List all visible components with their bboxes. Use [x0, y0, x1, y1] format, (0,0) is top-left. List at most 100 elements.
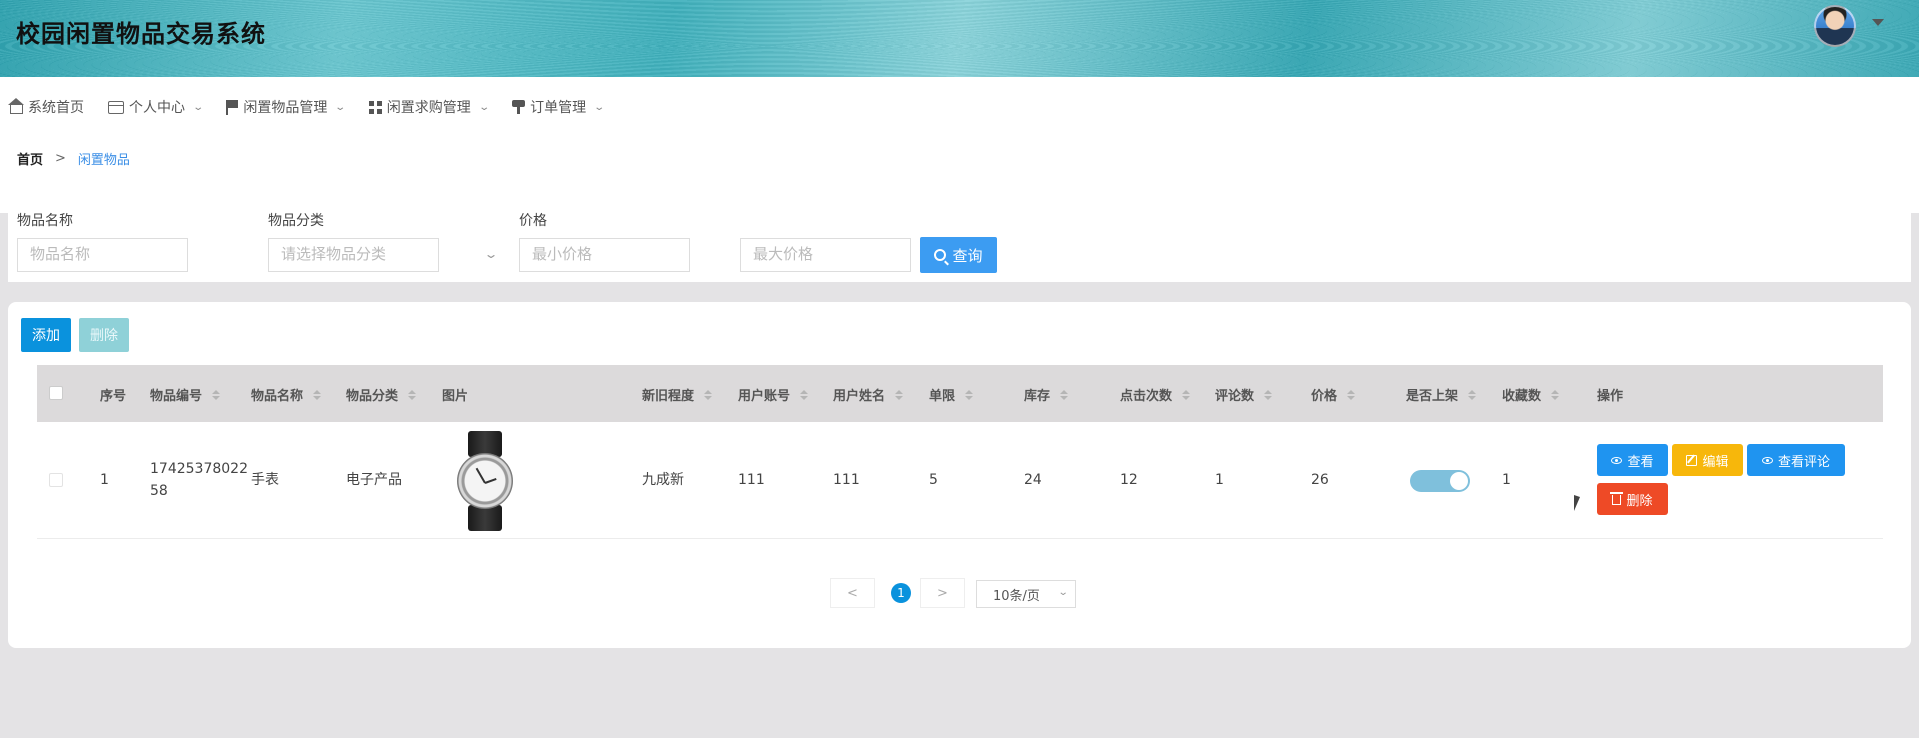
main-nav: 系统首页 个人中心 ⌄ 闲置物品管理 ⌄ 闲置求购管理 ⌄ 订单管理 ⌄: [8, 97, 628, 117]
cell-favorites: 1: [1502, 472, 1511, 488]
header-label: 用户账号: [738, 389, 791, 404]
header-price[interactable]: 价格: [1311, 385, 1355, 404]
sort-icon[interactable]: [1182, 390, 1190, 400]
cell-code-line2: 58: [150, 483, 168, 499]
header-comments[interactable]: 评论数: [1215, 385, 1272, 404]
add-button[interactable]: 添加: [21, 318, 71, 352]
delete-button[interactable]: 删除: [79, 318, 129, 352]
app-title: 校园闲置物品交易系统: [16, 20, 266, 48]
max-price-input[interactable]: 最大价格: [740, 238, 911, 272]
page-size-select[interactable]: 10条/页 ⌄: [976, 580, 1076, 608]
cell-code-line1: 17425378022: [150, 461, 248, 477]
row-delete-button[interactable]: 删除: [1597, 483, 1668, 515]
header-code[interactable]: 物品编号: [150, 385, 220, 404]
nav-item-personal-center[interactable]: 个人中心 ⌄: [108, 97, 204, 117]
header-username[interactable]: 用户姓名: [833, 385, 903, 404]
view-comments-button[interactable]: 查看评论: [1747, 444, 1845, 476]
header-stock[interactable]: 库存: [1024, 385, 1068, 404]
breadcrumb-current: 闲置物品: [77, 153, 130, 168]
view-button[interactable]: 查看: [1597, 444, 1668, 476]
cell-code: 17425378022 58: [150, 458, 248, 502]
user-avatar[interactable]: [1814, 5, 1856, 47]
header-image: 图片: [442, 385, 468, 404]
edit-button-label: 编辑: [1702, 454, 1729, 470]
chevron-down-icon: ⌄: [483, 247, 499, 261]
sort-icon[interactable]: [1060, 390, 1068, 400]
edit-icon: [1686, 454, 1698, 466]
row-checkbox[interactable]: [49, 473, 63, 487]
header-label: 单限: [929, 389, 956, 404]
mouse-cursor-icon: [1574, 495, 1580, 511]
sort-icon[interactable]: [1264, 390, 1272, 400]
nav-item-label: 闲置物品管理: [243, 100, 328, 116]
price-label: 价格: [519, 213, 547, 229]
flag-icon: [226, 100, 239, 115]
header-label: 物品编号: [150, 389, 203, 404]
nav-item-label: 系统首页: [28, 100, 84, 116]
sort-icon[interactable]: [1551, 390, 1559, 400]
header-condition[interactable]: 新旧程度: [642, 385, 712, 404]
cell-stock: 24: [1024, 472, 1042, 488]
select-all-checkbox[interactable]: [49, 386, 63, 400]
header-limit[interactable]: 单限: [929, 385, 973, 404]
query-button-label: 查询: [952, 246, 983, 265]
page-number-current[interactable]: 1: [891, 583, 911, 603]
cell-name: 手表: [251, 472, 279, 488]
item-name-label: 物品名称: [17, 213, 73, 229]
sort-icon[interactable]: [895, 390, 903, 400]
header-clicks[interactable]: 点击次数: [1120, 385, 1190, 404]
header-category[interactable]: 物品分类: [346, 385, 416, 404]
sort-icon[interactable]: [212, 390, 220, 400]
item-name-input[interactable]: 物品名称: [17, 238, 188, 272]
cell-limit: 5: [929, 472, 938, 488]
breadcrumb: 首页 > 闲置物品: [17, 149, 130, 168]
next-page-button[interactable]: >: [920, 578, 965, 608]
edit-button[interactable]: 编辑: [1672, 444, 1743, 476]
sort-icon[interactable]: [1468, 390, 1476, 400]
header-label: 序号: [100, 389, 127, 404]
header-label: 收藏数: [1502, 389, 1542, 404]
sort-icon[interactable]: [800, 390, 808, 400]
table-header: 序号 物品编号 物品名称 物品分类 图片 新旧程度 用户账号 用户姓名 单限 库…: [37, 365, 1883, 422]
sort-icon[interactable]: [1347, 390, 1355, 400]
nav-item-orders[interactable]: 订单管理 ⌄: [512, 97, 606, 117]
header-label: 评论数: [1215, 389, 1255, 404]
header-label: 是否上架: [1406, 389, 1459, 404]
search-panel: 物品名称 物品名称 物品分类 请选择物品分类 ⌄ 价格 最小价格 最大价格 查询: [8, 187, 1911, 282]
min-price-input[interactable]: 最小价格: [519, 238, 690, 272]
prev-page-button[interactable]: <: [830, 578, 875, 608]
cell-category: 电子产品: [346, 472, 402, 488]
chevron-down-icon: ⌄: [334, 101, 347, 113]
chevron-down-icon: ⌄: [593, 101, 606, 113]
cell-condition: 九成新: [642, 472, 684, 488]
item-category-select[interactable]: 请选择物品分类: [268, 238, 439, 272]
header-label: 物品分类: [346, 389, 399, 404]
table-panel: 添加 删除 序号 物品编号 物品名称 物品分类 图片 新旧程度 用户账号 用户姓…: [8, 302, 1911, 648]
sort-icon[interactable]: [408, 390, 416, 400]
nav-item-home[interactable]: 系统首页: [8, 97, 84, 117]
cell-comments: 1: [1215, 472, 1224, 488]
nav-item-label: 个人中心: [129, 100, 185, 116]
sort-icon[interactable]: [704, 390, 712, 400]
header-account[interactable]: 用户账号: [738, 385, 808, 404]
user-menu-caret-icon[interactable]: [1872, 19, 1884, 26]
breadcrumb-separator: >: [55, 151, 66, 166]
header-favorites[interactable]: 收藏数: [1502, 385, 1559, 404]
sort-icon[interactable]: [313, 390, 321, 400]
cell-clicks: 12: [1120, 472, 1138, 488]
header-name[interactable]: 物品名称: [251, 385, 321, 404]
header-label: 点击次数: [1120, 389, 1173, 404]
nav-item-idle-goods[interactable]: 闲置物品管理 ⌄: [226, 97, 347, 117]
header-listed[interactable]: 是否上架: [1406, 385, 1476, 404]
listed-toggle[interactable]: [1410, 470, 1470, 492]
item-image-watch: [455, 431, 515, 531]
view-comments-button-label: 查看评论: [1777, 454, 1830, 470]
cell-index: 1: [100, 472, 109, 488]
header-label: 图片: [442, 389, 469, 404]
query-button[interactable]: 查询: [920, 237, 997, 273]
breadcrumb-home[interactable]: 首页: [17, 149, 43, 168]
sort-icon[interactable]: [965, 390, 973, 400]
nav-item-wanted[interactable]: 闲置求购管理 ⌄: [368, 97, 490, 117]
grid-icon: [368, 100, 382, 114]
stamp-icon: [512, 100, 526, 114]
